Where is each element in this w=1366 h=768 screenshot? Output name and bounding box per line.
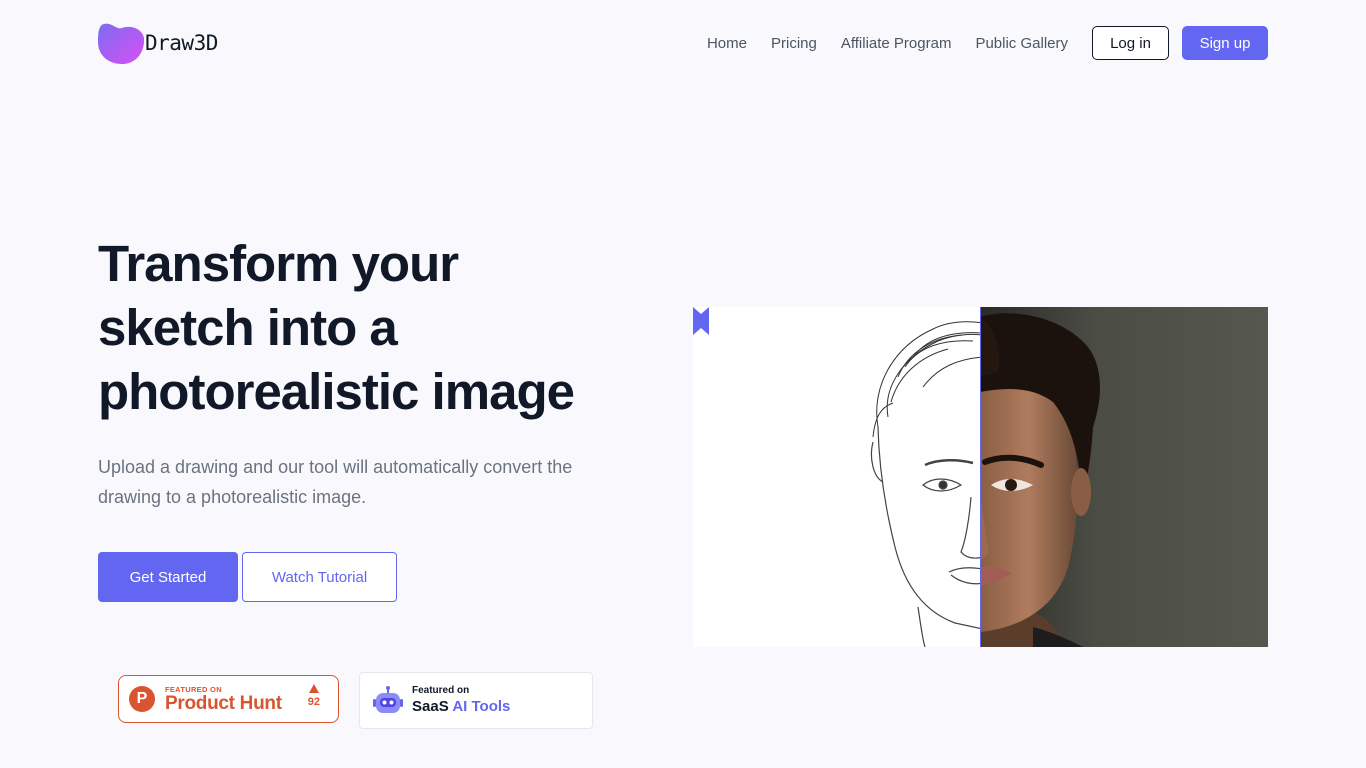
get-started-button[interactable]: Get Started: [98, 552, 238, 602]
product-hunt-badge[interactable]: P FEATURED ON Product Hunt 92: [118, 675, 339, 723]
saas-name-accent: AI Tools: [452, 698, 511, 715]
blob-logo-icon: [98, 23, 144, 64]
signup-button[interactable]: Sign up: [1182, 26, 1268, 60]
product-hunt-name: Product Hunt: [165, 692, 282, 714]
product-hunt-icon: P: [129, 686, 155, 712]
login-button[interactable]: Log in: [1092, 26, 1169, 60]
saas-text: Featured on SaaS AI Tools: [412, 684, 510, 717]
before-after-slider[interactable]: [693, 307, 1268, 647]
hero-title-line-3: photorealistic image: [98, 363, 575, 420]
slider-right-arrow-icon[interactable]: [693, 307, 709, 335]
hero-title: Transform your sketch into a photorealis…: [98, 232, 638, 424]
saas-ai-tools-badge[interactable]: Featured on SaaS AI Tools: [359, 672, 593, 729]
nav-link-affiliate[interactable]: Affiliate Program: [841, 35, 952, 52]
compare-divider[interactable]: [980, 307, 981, 647]
robot-icon: [373, 685, 403, 713]
brand-name: Draw3D: [145, 31, 218, 55]
nav-link-home[interactable]: Home: [707, 35, 747, 52]
product-hunt-votes: 92: [308, 684, 320, 708]
saas-name-prefix: SaaS: [412, 698, 449, 715]
hero-subtitle: Upload a drawing and our tool will autom…: [98, 457, 573, 507]
saas-featured-label: Featured on: [412, 685, 470, 696]
top-nav: Draw3D Home Pricing Affiliate Program Pu…: [0, 0, 1366, 86]
watch-tutorial-button[interactable]: Watch Tutorial: [242, 552, 397, 602]
brand-logo[interactable]: Draw3D: [98, 22, 218, 64]
nav-links: Home Pricing Affiliate Program Public Ga…: [707, 26, 1268, 60]
upvote-arrow-icon: [308, 684, 319, 693]
hero-title-line-1: Transform your: [98, 235, 459, 292]
nav-link-pricing[interactable]: Pricing: [771, 35, 817, 52]
hero-title-line-2: sketch into a: [98, 299, 398, 356]
saas-name: SaaS AI Tools: [412, 697, 510, 717]
vote-count: 92: [307, 696, 320, 708]
product-hunt-text: FEATURED ON Product Hunt: [165, 685, 282, 714]
sketch-half: [693, 307, 980, 647]
photo-half: [980, 307, 1268, 647]
nav-link-gallery[interactable]: Public Gallery: [975, 35, 1068, 52]
